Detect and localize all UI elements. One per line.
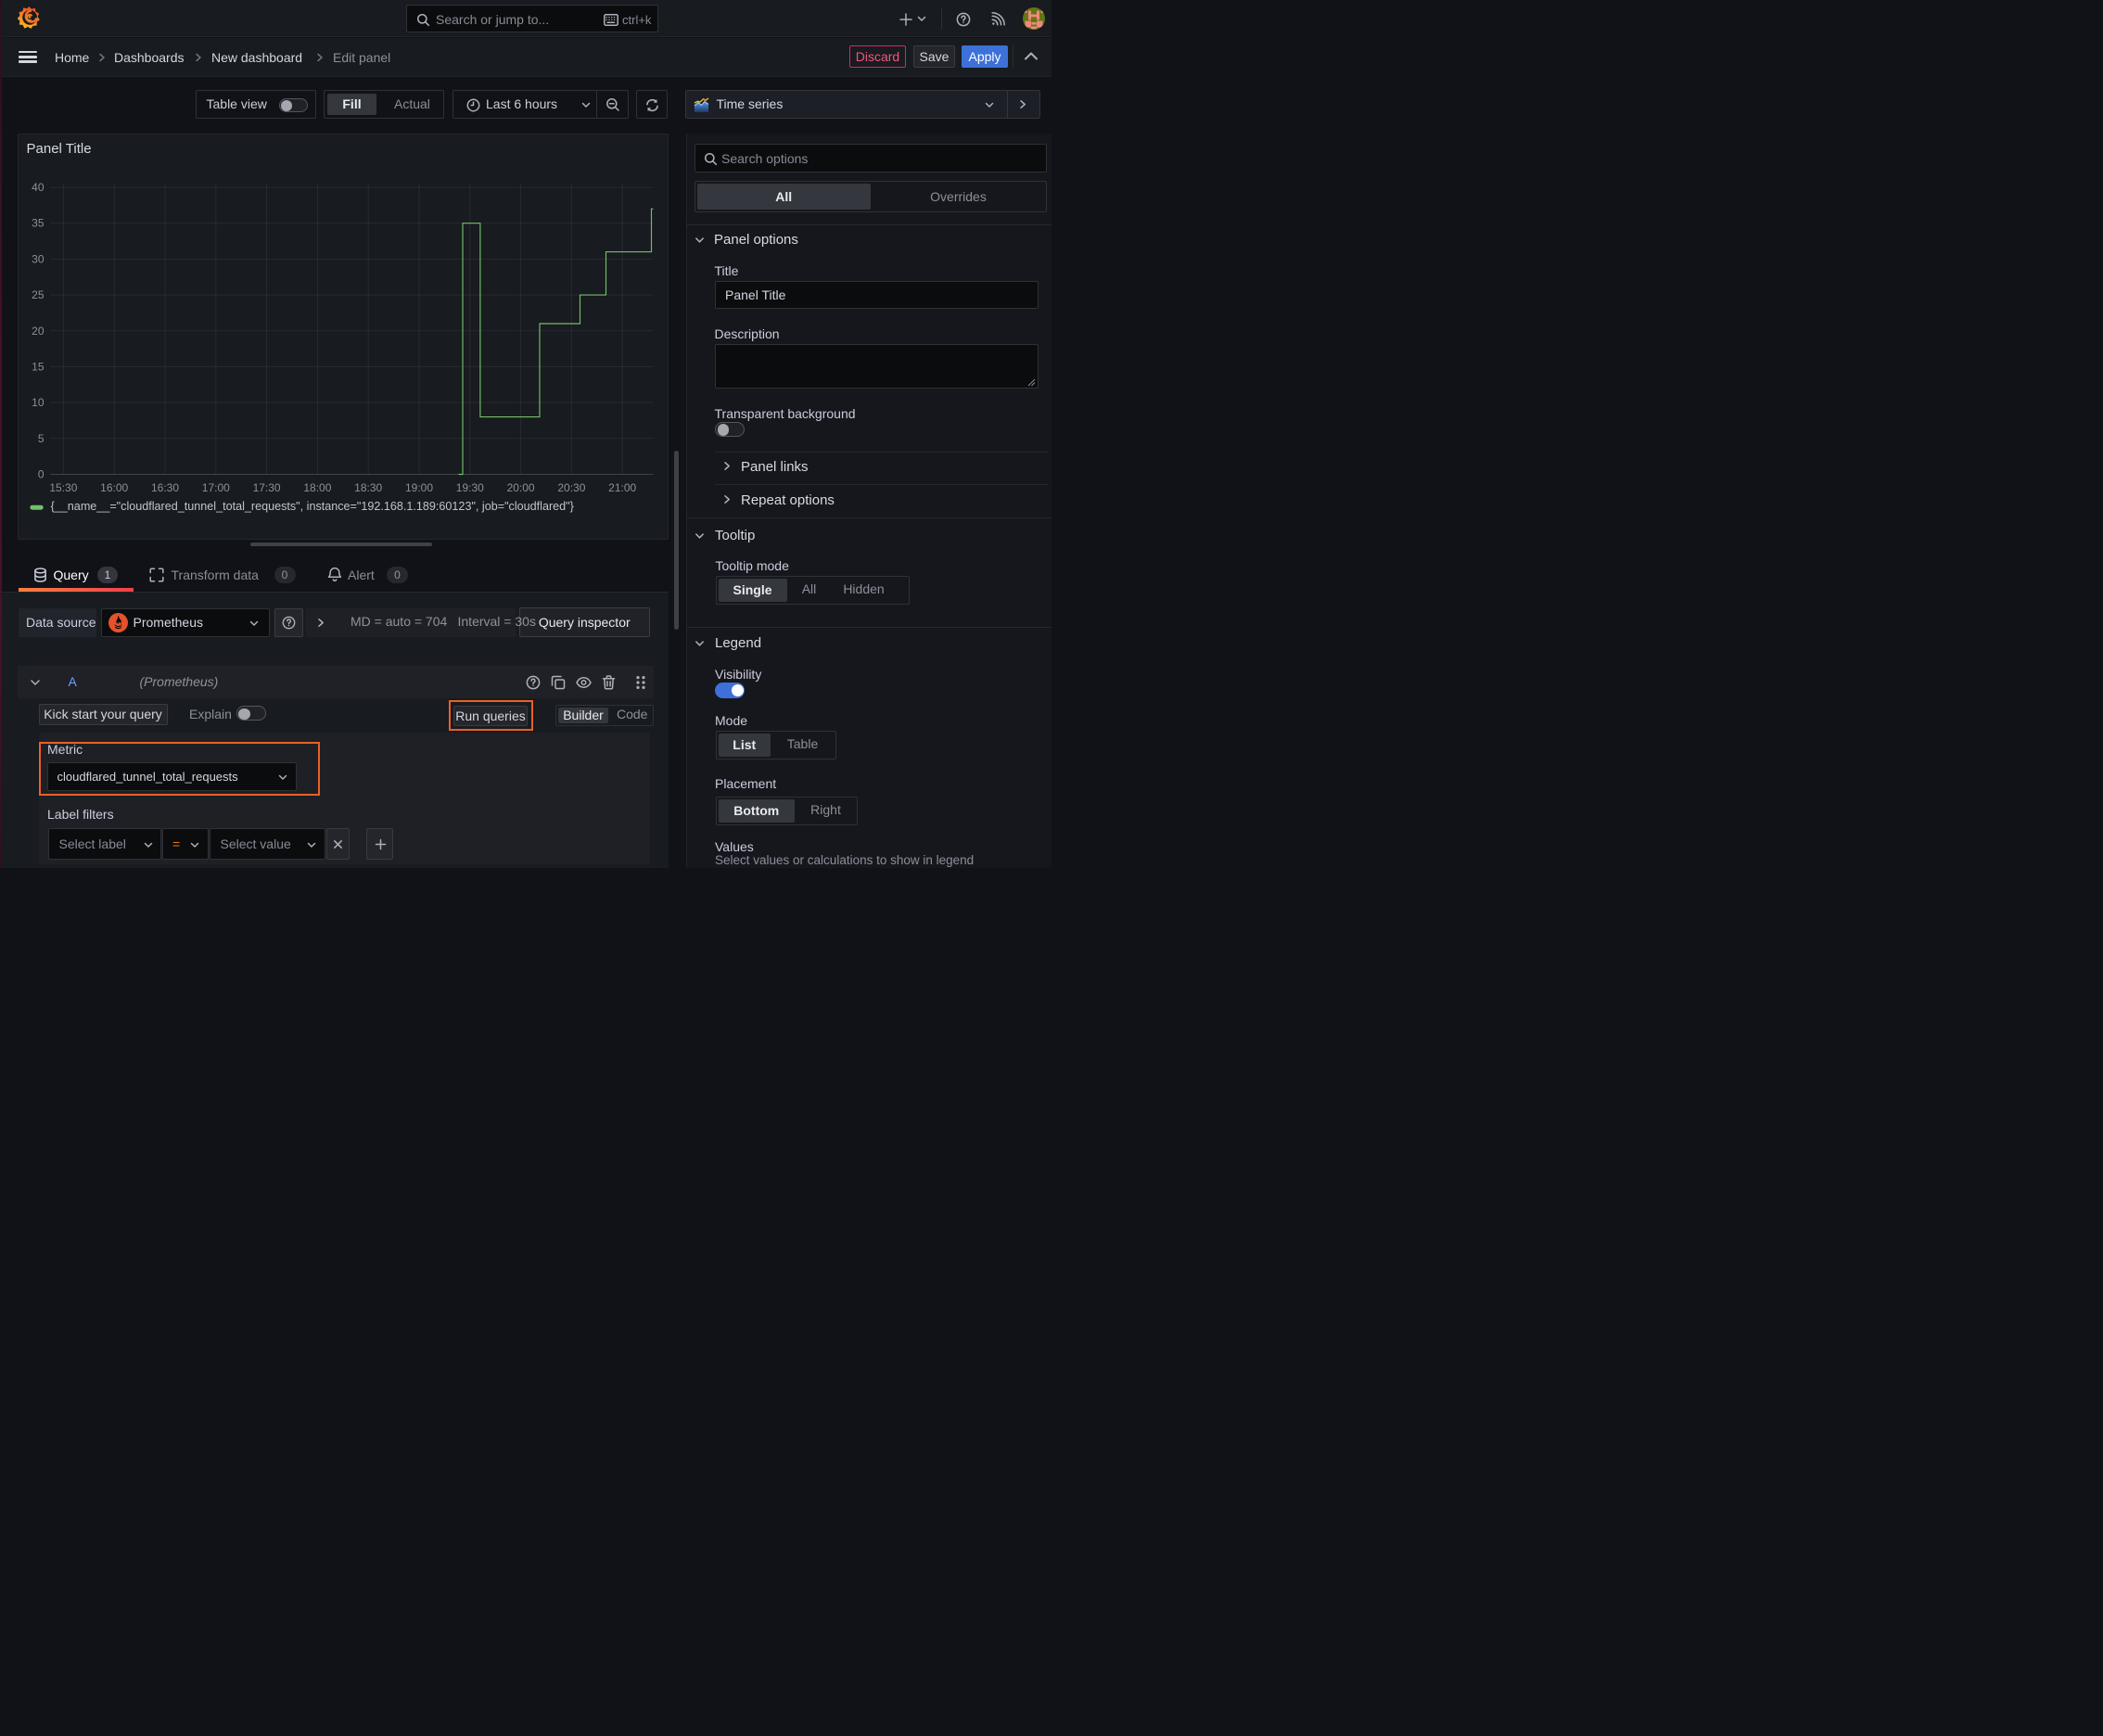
svg-text:35: 35 — [32, 216, 45, 229]
svg-text:21:00: 21:00 — [608, 481, 636, 494]
svg-text:18:30: 18:30 — [354, 481, 382, 494]
svg-text:40: 40 — [32, 181, 45, 194]
svg-text:{__name__="cloudflared_tunnel_: {__name__="cloudflared_tunnel_total_requ… — [50, 500, 573, 513]
svg-text:15:30: 15:30 — [49, 481, 77, 494]
svg-text:15: 15 — [32, 360, 45, 373]
svg-text:17:00: 17:00 — [201, 481, 229, 494]
svg-text:30: 30 — [32, 252, 45, 265]
svg-text:18:00: 18:00 — [303, 481, 331, 494]
svg-text:10: 10 — [32, 396, 45, 409]
svg-text:25: 25 — [32, 288, 45, 301]
svg-text:17:30: 17:30 — [252, 481, 280, 494]
svg-text:20: 20 — [32, 324, 45, 337]
svg-text:5: 5 — [37, 431, 44, 444]
svg-text:20:00: 20:00 — [506, 481, 534, 494]
svg-text:0: 0 — [37, 467, 44, 480]
svg-text:19:00: 19:00 — [404, 481, 432, 494]
svg-text:16:00: 16:00 — [100, 481, 128, 494]
svg-text:19:30: 19:30 — [455, 481, 483, 494]
svg-text:16:30: 16:30 — [150, 481, 178, 494]
svg-text:20:30: 20:30 — [557, 481, 585, 494]
